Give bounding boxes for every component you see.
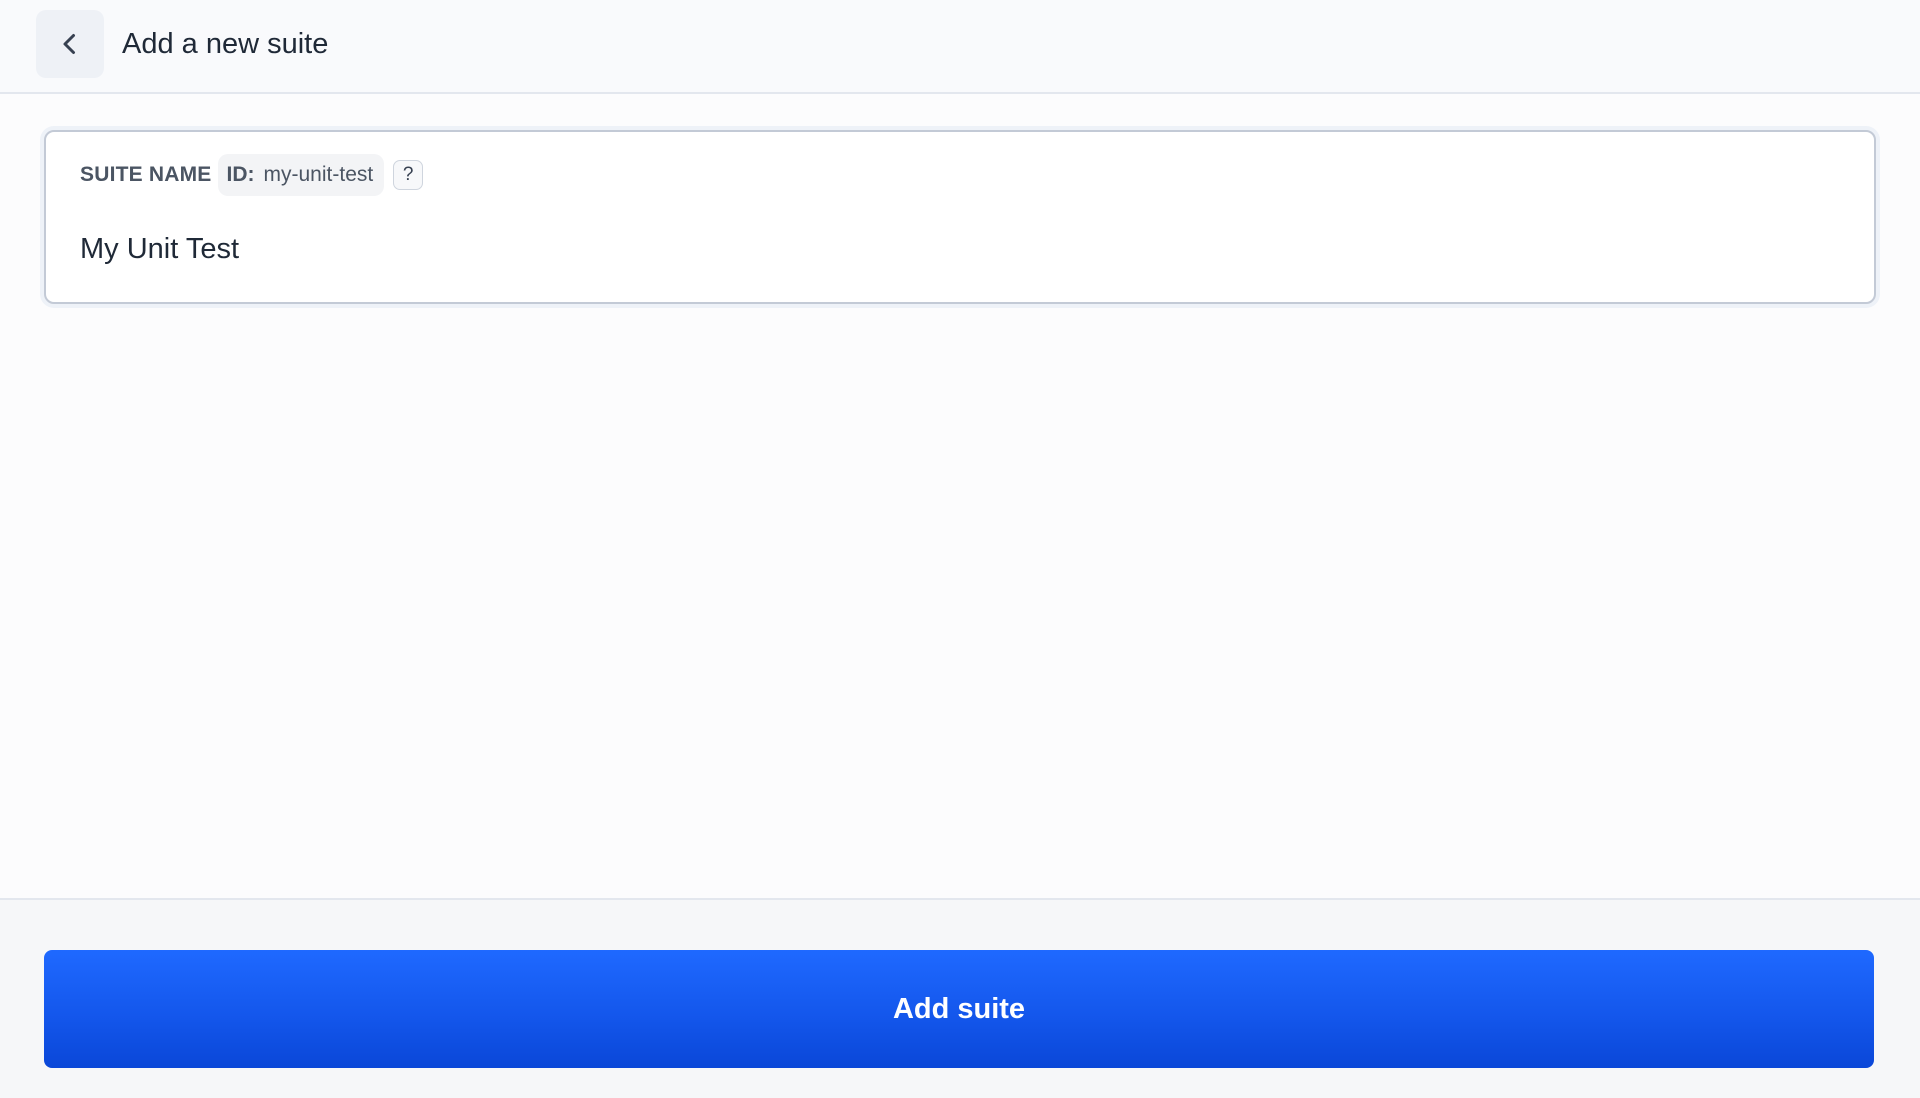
app-window: Add a new suite SUITE NAME ID: my-unit-t… [0, 0, 1920, 1098]
page-title: Add a new suite [122, 28, 329, 60]
suite-name-label: SUITE NAME [80, 163, 212, 186]
add-suite-button[interactable]: Add suite [44, 950, 1874, 1068]
chevron-left-icon [63, 34, 75, 54]
suite-id-value: my-unit-test [263, 163, 374, 186]
field-label-row: SUITE NAME ID: my-unit-test ? [80, 154, 424, 196]
suite-id-chip: ID: my-unit-test [217, 154, 385, 196]
suite-name-field-box[interactable]: SUITE NAME ID: my-unit-test ? [44, 130, 1876, 304]
page-footer: Add suite [0, 898, 1920, 1098]
suite-id-prefix: ID: [226, 163, 255, 186]
page-header: Add a new suite [0, 0, 1920, 94]
main-content: SUITE NAME ID: my-unit-test ? [0, 94, 1920, 898]
suite-name-field: SUITE NAME ID: my-unit-test ? [40, 126, 1880, 308]
suite-name-input[interactable] [78, 226, 1842, 272]
id-help-button[interactable]: ? [393, 160, 424, 190]
back-button[interactable] [36, 10, 104, 78]
